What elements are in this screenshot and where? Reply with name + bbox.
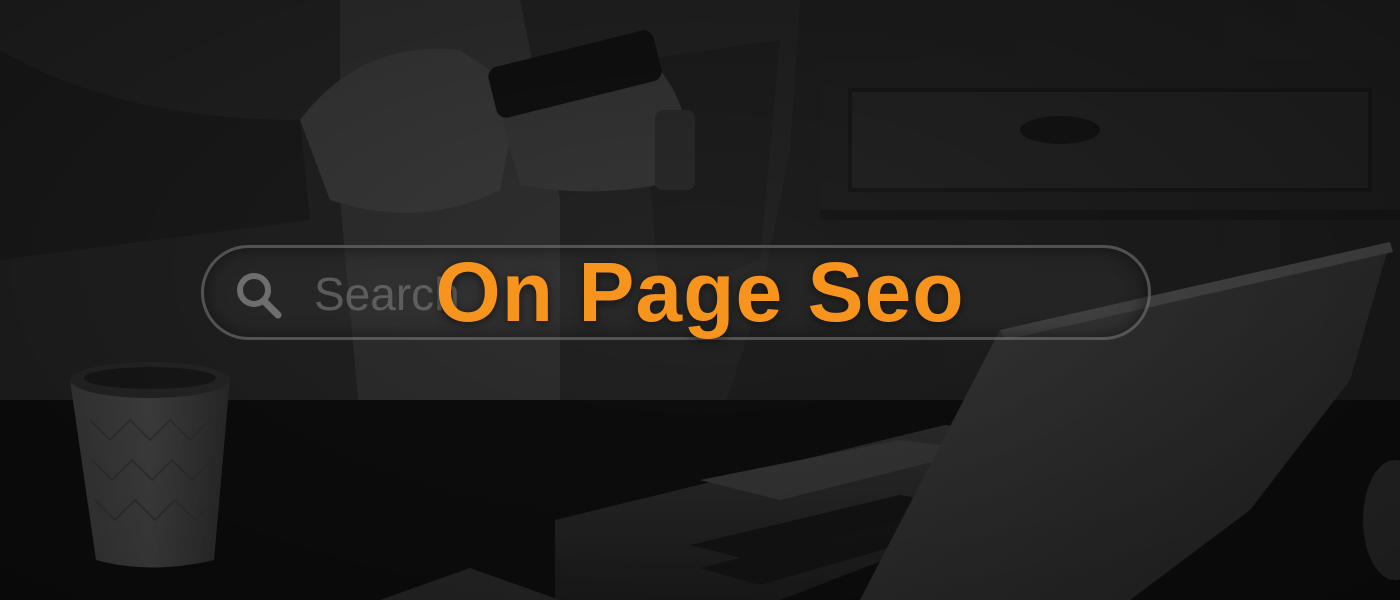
page-title: On Page Seo	[435, 245, 965, 339]
coffee-cup	[70, 368, 230, 568]
wristwatch	[655, 110, 695, 190]
drawer-handle	[1020, 116, 1100, 144]
